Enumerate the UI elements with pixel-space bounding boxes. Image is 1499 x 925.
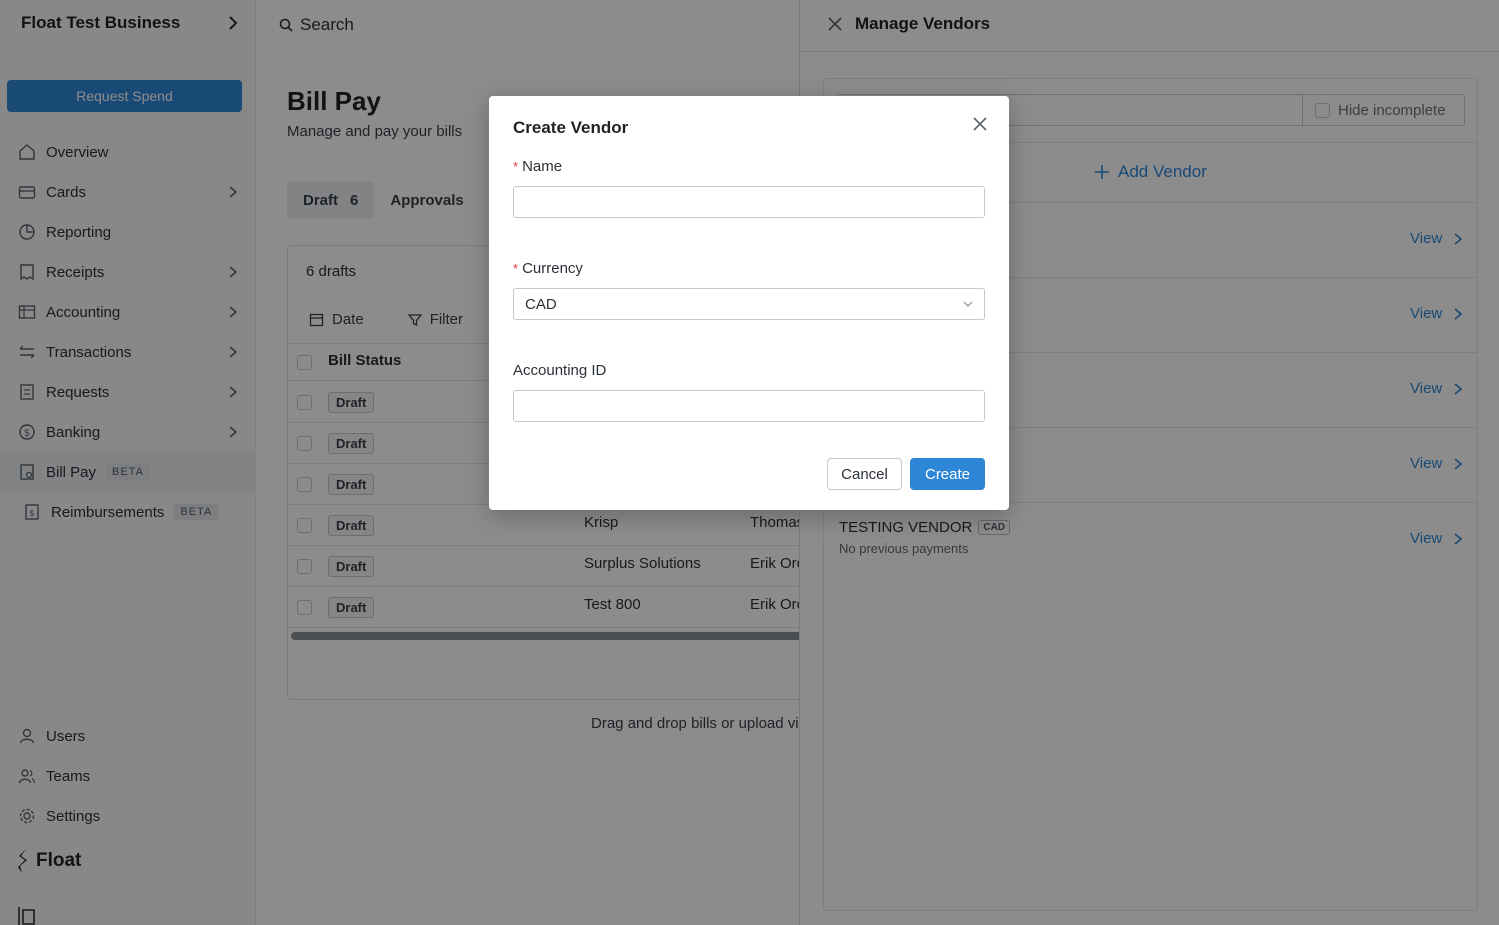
required-mark: * bbox=[513, 261, 519, 276]
accounting-id-input[interactable] bbox=[513, 390, 985, 422]
create-button[interactable]: Create bbox=[910, 458, 985, 490]
cancel-button[interactable]: Cancel bbox=[827, 458, 902, 490]
name-input[interactable] bbox=[513, 186, 985, 218]
create-vendor-modal: Create Vendor * Name * Currency CAD Accoun… bbox=[489, 96, 1009, 510]
name-label: * Name bbox=[513, 158, 562, 175]
currency-label-text: Currency bbox=[522, 260, 583, 277]
currency-select[interactable]: CAD bbox=[513, 288, 985, 320]
currency-label: * Currency bbox=[513, 260, 583, 277]
required-mark: * bbox=[513, 159, 519, 174]
modal-title: Create Vendor bbox=[513, 118, 629, 137]
chevron-down-icon bbox=[963, 301, 973, 307]
name-label-text: Name bbox=[522, 158, 563, 175]
currency-value: CAD bbox=[525, 295, 557, 313]
accounting-id-label: Accounting ID bbox=[513, 362, 607, 379]
close-icon[interactable] bbox=[971, 115, 989, 133]
